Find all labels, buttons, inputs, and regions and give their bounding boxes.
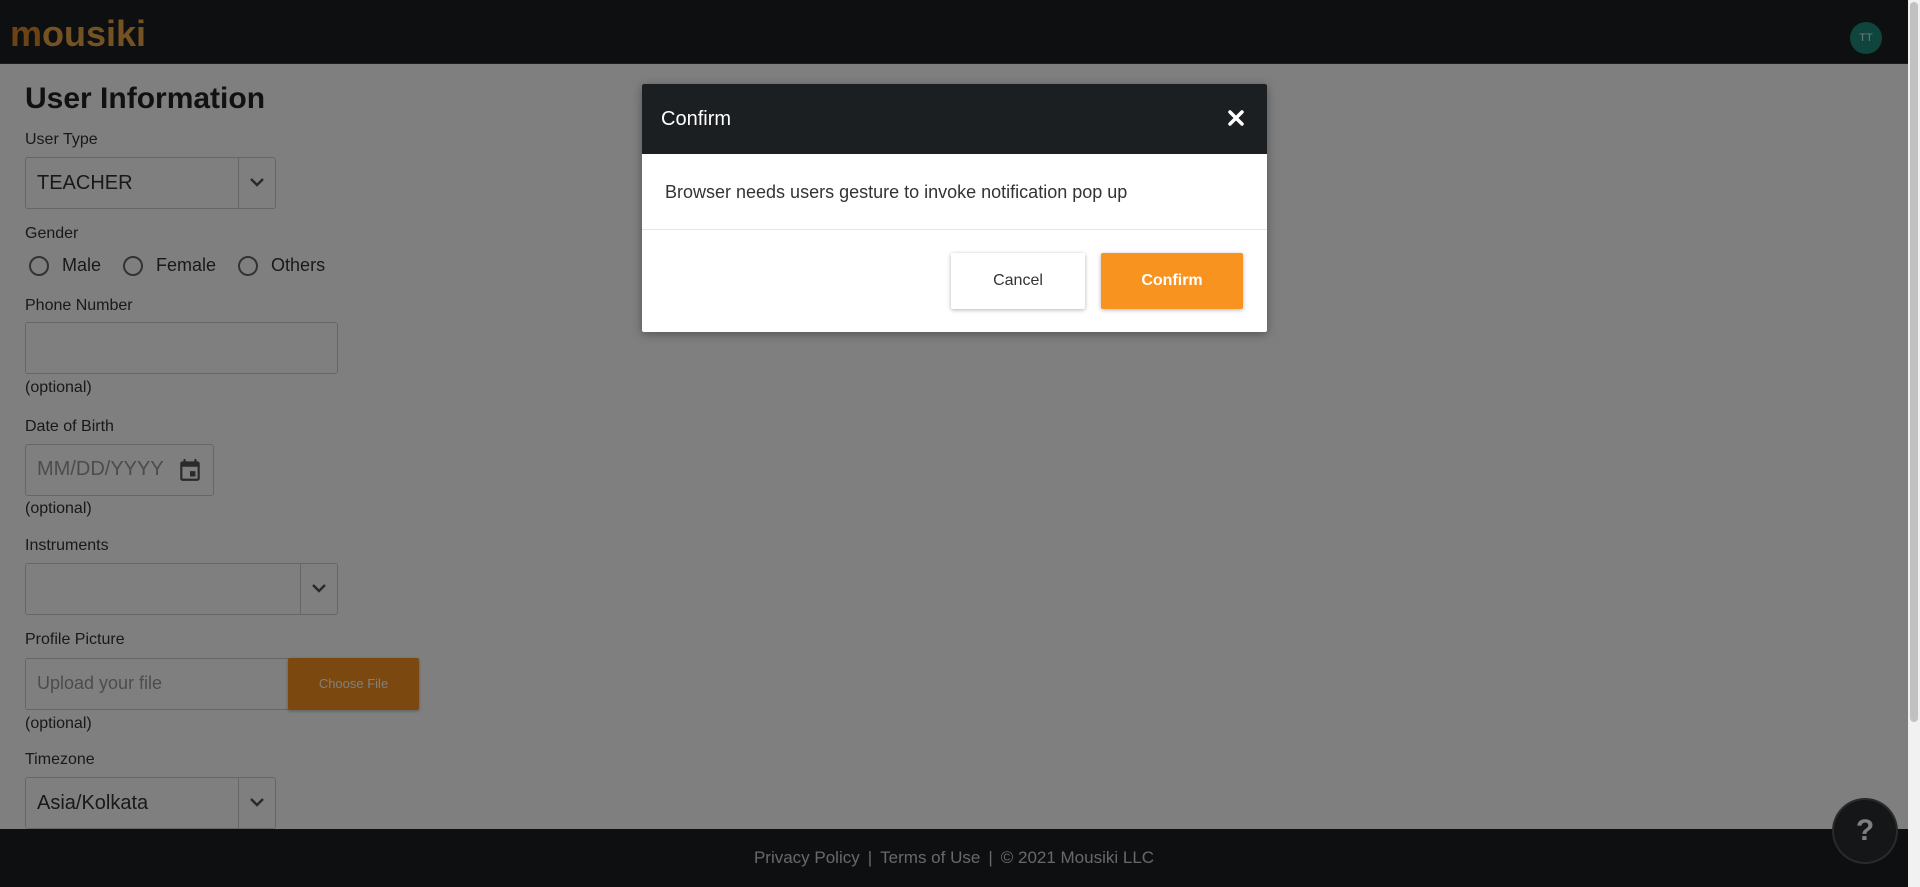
confirm-dialog: Confirm Browser needs users gesture to i… bbox=[642, 84, 1267, 332]
dialog-message: Browser needs users gesture to invoke no… bbox=[665, 182, 1128, 202]
cancel-button[interactable]: Cancel bbox=[951, 253, 1085, 309]
confirm-button[interactable]: Confirm bbox=[1101, 253, 1243, 309]
scrollbar-thumb[interactable] bbox=[1910, 2, 1918, 722]
dialog-header: Confirm bbox=[642, 84, 1267, 154]
dialog-divider bbox=[642, 229, 1267, 230]
close-icon[interactable] bbox=[1225, 107, 1247, 129]
scrollbar[interactable] bbox=[1908, 0, 1920, 887]
dialog-title: Confirm bbox=[661, 108, 732, 130]
